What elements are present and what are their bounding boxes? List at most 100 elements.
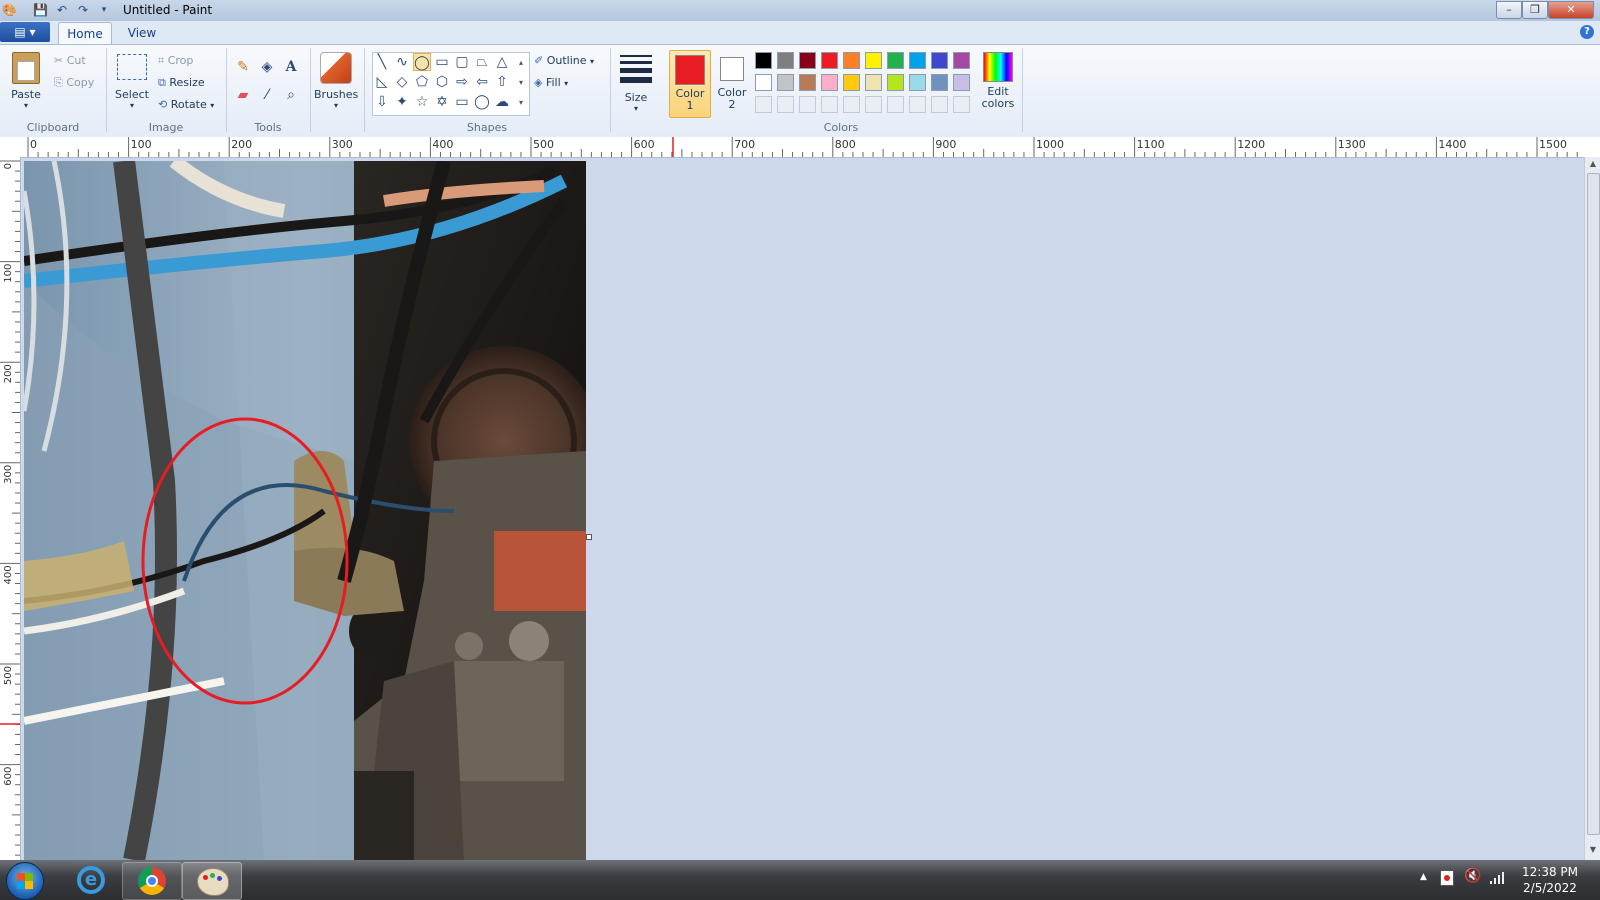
text-icon[interactable]: A: [282, 58, 300, 76]
action-center-icon[interactable]: [1440, 870, 1454, 886]
palette-swatch[interactable]: [909, 52, 926, 69]
cut-button[interactable]: ✂ Cut: [54, 54, 86, 67]
left-arrow-shape-icon[interactable]: ⇦: [473, 73, 491, 91]
copy-button[interactable]: ⎘ Copy: [54, 76, 94, 90]
five-point-star-shape-icon[interactable]: ☆: [413, 93, 431, 111]
shapes-gallery-scroll[interactable]: ▴ ▾ ▾: [515, 53, 527, 113]
palette-swatch[interactable]: [799, 52, 816, 69]
palette-empty-slot[interactable]: [799, 96, 816, 113]
tab-home[interactable]: Home: [58, 22, 112, 45]
palette-swatch[interactable]: [799, 74, 816, 91]
oval-callout-shape-icon[interactable]: ◯: [473, 93, 491, 111]
brushes-button[interactable]: Brushes ▾: [314, 52, 358, 114]
help-icon[interactable]: ?: [1580, 25, 1594, 39]
vertical-scrollbar[interactable]: ▲ ▼: [1584, 157, 1600, 860]
palette-swatch[interactable]: [931, 52, 948, 69]
down-arrow-shape-icon[interactable]: ⇩: [373, 93, 391, 111]
palette-empty-slot[interactable]: [953, 96, 970, 113]
volume-muted-icon[interactable]: 🔇: [1464, 868, 1481, 884]
system-clock[interactable]: 12:38 PM 2/5/2022: [1510, 864, 1590, 896]
paint-menu-button[interactable]: ▤ ▾: [0, 22, 50, 42]
palette-empty-slot[interactable]: [777, 96, 794, 113]
palette-swatch[interactable]: [909, 74, 926, 91]
network-signal-icon[interactable]: [1490, 868, 1506, 884]
palette-swatch[interactable]: [777, 74, 794, 91]
minimize-button[interactable]: –: [1496, 1, 1522, 19]
palette-swatch[interactable]: [821, 52, 838, 69]
palette-empty-slot[interactable]: [887, 96, 904, 113]
hexagon-shape-icon[interactable]: ⬡: [433, 73, 451, 91]
curve-shape-icon[interactable]: ∿: [393, 53, 411, 71]
right-triangle-shape-icon[interactable]: ◺: [373, 73, 391, 91]
fill-button[interactable]: ◈ Fill ▾: [534, 76, 568, 89]
color1-button[interactable]: Color 1: [669, 50, 711, 118]
taskbar-chrome[interactable]: [122, 862, 182, 900]
show-hidden-icons-icon[interactable]: ▲: [1420, 872, 1427, 882]
tab-view[interactable]: View: [122, 22, 162, 44]
palette-swatch[interactable]: [843, 52, 860, 69]
canvas-resize-handle[interactable]: [586, 534, 592, 540]
taskbar-paint[interactable]: [182, 862, 242, 900]
palette-swatch[interactable]: [821, 74, 838, 91]
outline-button[interactable]: ✐ Outline ▾: [534, 54, 594, 67]
right-arrow-shape-icon[interactable]: ⇨: [453, 73, 471, 91]
palette-swatch[interactable]: [887, 74, 904, 91]
pencil-icon[interactable]: ✎: [234, 58, 252, 76]
palette-empty-slot[interactable]: [843, 96, 860, 113]
palette-swatch[interactable]: [887, 52, 904, 69]
select-button[interactable]: Select ▾: [112, 54, 152, 114]
palette-empty-slot[interactable]: [931, 96, 948, 113]
palette-swatch[interactable]: [755, 74, 772, 91]
palette-swatch[interactable]: [865, 52, 882, 69]
resize-button[interactable]: ⧉ Resize: [158, 76, 205, 90]
rectangular-callout-shape-icon[interactable]: ▭: [453, 93, 471, 111]
undo-icon[interactable]: ↶: [55, 3, 69, 17]
magnifier-icon[interactable]: ⌕: [282, 86, 300, 104]
oval-shape-icon[interactable]: ◯: [413, 53, 431, 71]
rounded-rectangle-shape-icon[interactable]: ▢: [453, 53, 471, 71]
palette-swatch[interactable]: [865, 74, 882, 91]
edit-colors-button[interactable]: Edit colors: [978, 52, 1018, 116]
color2-button[interactable]: Color 2: [712, 50, 752, 116]
polygon-shape-icon[interactable]: ⏢: [473, 53, 491, 71]
chevron-down-icon: ▾: [564, 79, 569, 88]
color-picker-icon[interactable]: ⁄: [258, 86, 276, 104]
save-icon[interactable]: 💾: [33, 3, 48, 17]
customize-icon[interactable]: ▾: [97, 3, 111, 17]
scrollbar-thumb[interactable]: [1587, 173, 1600, 835]
scroll-up-icon[interactable]: ▲: [1586, 159, 1600, 168]
four-point-star-shape-icon[interactable]: ✦: [393, 93, 411, 111]
palette-empty-slot[interactable]: [909, 96, 926, 113]
paint-app-icon[interactable]: 🎨: [2, 3, 17, 17]
restore-button[interactable]: ❐: [1522, 1, 1548, 19]
palette-swatch[interactable]: [931, 74, 948, 91]
start-orb-icon[interactable]: [6, 862, 44, 900]
size-button[interactable]: Size ▾: [616, 52, 656, 114]
close-button[interactable]: ✕: [1548, 1, 1594, 19]
up-arrow-shape-icon[interactable]: ⇧: [493, 73, 511, 91]
palette-empty-slot[interactable]: [755, 96, 772, 113]
paste-button[interactable]: Paste ▾: [8, 52, 44, 112]
fill-bucket-icon[interactable]: ◈: [258, 58, 276, 76]
scroll-down-icon[interactable]: ▼: [1586, 845, 1600, 854]
eraser-icon[interactable]: ▰: [234, 86, 252, 104]
diamond-shape-icon[interactable]: ◇: [393, 73, 411, 91]
redo-icon[interactable]: ↷: [76, 3, 90, 17]
palette-empty-slot[interactable]: [865, 96, 882, 113]
taskbar-internet-explorer[interactable]: e: [62, 862, 120, 898]
six-point-star-shape-icon[interactable]: ✡: [433, 93, 451, 111]
line-shape-icon[interactable]: ╲: [373, 53, 391, 71]
palette-swatch[interactable]: [777, 52, 794, 69]
palette-swatch[interactable]: [755, 52, 772, 69]
palette-swatch[interactable]: [953, 52, 970, 69]
rectangle-shape-icon[interactable]: ▭: [433, 53, 451, 71]
rotate-button[interactable]: ⟲ Rotate ▾: [158, 98, 214, 111]
triangle-shape-icon[interactable]: △: [493, 53, 511, 71]
palette-empty-slot[interactable]: [821, 96, 838, 113]
palette-swatch[interactable]: [843, 74, 860, 91]
crop-button[interactable]: ⌗ Crop: [158, 54, 193, 68]
canvas-image[interactable]: [24, 161, 586, 860]
pentagon-shape-icon[interactable]: ⬠: [413, 73, 431, 91]
palette-swatch[interactable]: [953, 74, 970, 91]
cloud-callout-shape-icon[interactable]: ☁: [493, 93, 511, 111]
